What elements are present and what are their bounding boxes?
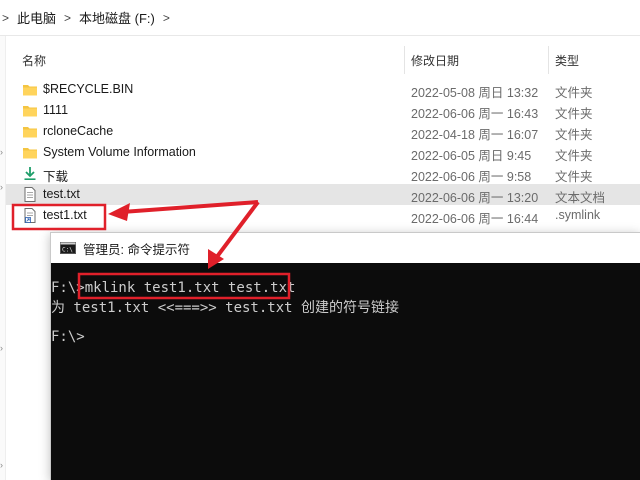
- column-divider[interactable]: [404, 46, 405, 74]
- chevron-right-icon[interactable]: ›: [0, 183, 4, 192]
- file-type: 文件夹: [555, 107, 593, 121]
- column-divider[interactable]: [548, 46, 549, 74]
- file-type: 文本文档: [555, 191, 606, 205]
- console-line: F:\>: [51, 329, 85, 345]
- console-line: F:\>mklink test1.txt test.txt: [51, 280, 296, 296]
- file-name: 1111: [43, 103, 69, 117]
- file-row[interactable]: 1111 2022-06-06 周一 16:43 文件夹: [6, 100, 640, 121]
- window-titlebar[interactable]: C:\ 管理员: 命令提示符: [51, 233, 640, 263]
- breadcrumb: > 此电脑 > 本地磁盘 (F:) >: [0, 0, 640, 36]
- chevron-right-icon[interactable]: ›: [0, 344, 4, 353]
- file-name: System Volume Information: [43, 145, 196, 159]
- file-type: 文件夹: [555, 128, 593, 142]
- file-type: 文件夹: [555, 149, 593, 163]
- file-row[interactable]: $RECYCLE.BIN 2022-05-08 周日 13:32 文件夹: [6, 79, 640, 100]
- file-name: rcloneCache: [43, 124, 114, 138]
- text-file-icon: [24, 187, 36, 202]
- breadcrumb-item-local-disk[interactable]: 本地磁盘 (F:): [79, 8, 155, 27]
- file-row[interactable]: System Volume Information 2022-06-05 周日 …: [6, 142, 640, 163]
- download-icon: [24, 167, 36, 180]
- file-row[interactable]: rcloneCache 2022-04-18 周一 16:07 文件夹: [6, 121, 640, 142]
- symlink-file-icon: [24, 208, 36, 223]
- folder-icon: [23, 106, 37, 117]
- file-row[interactable]: 下载 2022-06-06 周一 9:58 文件夹: [6, 163, 640, 184]
- file-row[interactable]: test1.txt 2022-06-06 周一 16:44 .symlink: [6, 205, 640, 226]
- file-type: 文件夹: [555, 170, 593, 184]
- chevron-right-icon[interactable]: >: [2, 11, 9, 25]
- file-name: 下载: [43, 170, 69, 184]
- file-modified: 2022-04-18 周一 16:07: [411, 128, 539, 142]
- folder-icon: [23, 148, 37, 159]
- column-header-name[interactable]: 名称: [22, 52, 46, 69]
- file-name: $RECYCLE.BIN: [43, 82, 134, 96]
- file-modified: 2022-06-06 周一 9:58: [411, 170, 532, 184]
- folder-icon: [23, 127, 37, 138]
- chevron-right-icon[interactable]: ›: [0, 148, 4, 157]
- breadcrumb-item-this-pc[interactable]: 此电脑: [17, 8, 56, 27]
- chevron-right-icon[interactable]: >: [163, 11, 170, 25]
- chevron-right-icon[interactable]: >: [64, 11, 71, 25]
- file-modified: 2022-06-06 周一 13:20: [411, 191, 539, 205]
- cmd-icon: C:\: [60, 242, 76, 254]
- file-type: .symlink: [555, 208, 601, 222]
- chevron-right-icon[interactable]: ›: [0, 461, 4, 470]
- svg-text:C:\: C:\: [62, 247, 73, 254]
- console-line: 为 test1.txt <<===>> test.txt 创建的符号链接: [51, 300, 400, 316]
- file-modified: 2022-06-06 周一 16:44: [411, 212, 539, 226]
- console-output[interactable]: F:\>mklink test1.txt test.txt 为 test1.tx…: [51, 263, 640, 480]
- folder-icon: [23, 85, 37, 96]
- file-type: 文件夹: [555, 86, 593, 100]
- file-name: test1.txt: [43, 208, 87, 222]
- file-modified: 2022-06-05 周日 9:45: [411, 149, 532, 163]
- file-modified: 2022-05-08 周日 13:32: [411, 86, 539, 100]
- column-header: 名称 修改日期 类型: [6, 46, 640, 74]
- column-header-type[interactable]: 类型: [555, 52, 579, 69]
- column-header-modified[interactable]: 修改日期: [411, 52, 459, 69]
- file-name: test.txt: [43, 187, 80, 201]
- file-row[interactable]: test.txt 2022-06-06 周一 13:20 文本文档: [6, 184, 640, 205]
- command-prompt-window[interactable]: C:\ 管理员: 命令提示符 F:\>mklink test1.txt test…: [50, 232, 640, 480]
- file-modified: 2022-06-06 周一 16:43: [411, 107, 539, 121]
- window-title: 管理员: 命令提示符: [83, 242, 190, 257]
